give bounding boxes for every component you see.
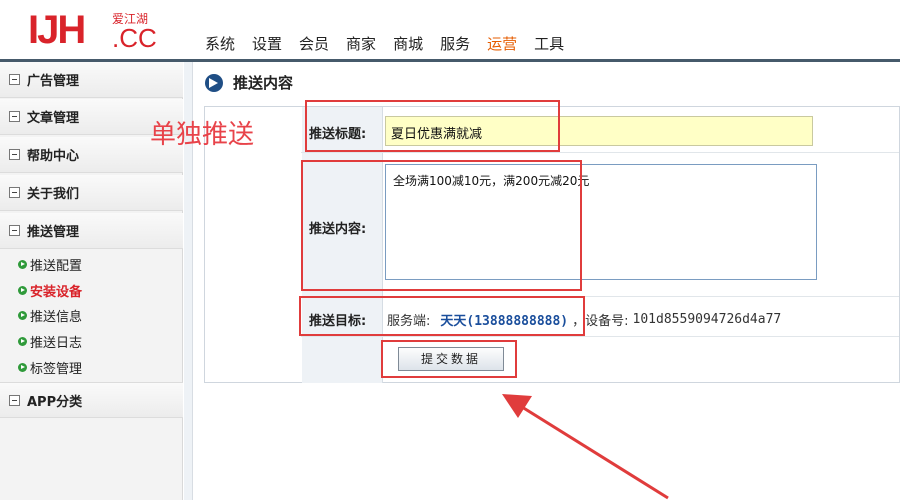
sidebar-item-installed-devices[interactable]: 安装设备 bbox=[18, 277, 82, 303]
sidebar-group-push[interactable]: 推送管理 bbox=[0, 213, 183, 249]
sidebar-group-label: 帮助中心 bbox=[27, 149, 80, 164]
logo-main-text: IJH bbox=[28, 8, 86, 52]
sidebar-group-app-category[interactable]: APP分类 bbox=[0, 382, 183, 418]
top-header: IJH 爱江湖 .CC 系统 设置 会员 商家 商城 服务 运营 工具 bbox=[0, 0, 900, 62]
sidebar-group-label: 文章管理 bbox=[27, 111, 80, 126]
sidebar-item-label: 推送配置 bbox=[30, 258, 83, 274]
annotation-box-target bbox=[299, 296, 585, 336]
collapse-icon bbox=[9, 111, 20, 122]
annotation-note: 单独推送 bbox=[150, 120, 255, 150]
sidebar-group-ads[interactable]: 广告管理 bbox=[0, 62, 183, 98]
arrow-right-icon bbox=[18, 259, 27, 269]
arrow-right-icon bbox=[18, 285, 27, 295]
sidebar-group-about[interactable]: 关于我们 bbox=[0, 175, 183, 211]
nav-item-mall[interactable]: 商城 bbox=[393, 33, 423, 54]
arrow-right-circle-icon bbox=[205, 73, 223, 92]
nav-item-settings[interactable]: 设置 bbox=[252, 33, 282, 54]
sidebar-item-tag-manage[interactable]: 标签管理 bbox=[18, 354, 82, 380]
sidebar-group-label: APP分类 bbox=[27, 394, 83, 410]
sidebar-item-label: 推送日志 bbox=[30, 335, 83, 351]
page-title: 推送内容 bbox=[205, 72, 293, 93]
arrow-right-icon bbox=[18, 336, 27, 346]
nav-item-members[interactable]: 会员 bbox=[299, 33, 329, 54]
collapse-icon bbox=[9, 74, 20, 85]
nav-item-system[interactable]: 系统 bbox=[205, 33, 235, 54]
nav-item-merchants[interactable]: 商家 bbox=[346, 33, 376, 54]
sidebar-item-push-log[interactable]: 推送日志 bbox=[18, 328, 82, 354]
annotation-box-title bbox=[305, 100, 560, 152]
sidebar-item-label: 推送信息 bbox=[30, 309, 83, 325]
sidebar-item-push-info[interactable]: 推送信息 bbox=[18, 302, 82, 328]
collapse-icon bbox=[9, 187, 20, 198]
sidebar-item-label: 安装设备 bbox=[30, 284, 83, 300]
nav-item-services[interactable]: 服务 bbox=[440, 33, 470, 54]
row-divider bbox=[301, 336, 899, 337]
sidebar-group-label: 推送管理 bbox=[27, 225, 80, 240]
annotation-box-content bbox=[301, 160, 582, 291]
target-device-id: 101d8559094726d4a77 bbox=[632, 312, 782, 327]
collapse-icon bbox=[9, 394, 20, 406]
nav-item-operations[interactable]: 运营 bbox=[487, 33, 517, 54]
nav-item-tools[interactable]: 工具 bbox=[534, 33, 564, 54]
sidebar-group-label: 关于我们 bbox=[27, 187, 80, 202]
row-divider bbox=[301, 152, 899, 153]
annotation-box-submit bbox=[381, 340, 517, 378]
collapse-icon bbox=[9, 225, 20, 236]
sidebar-item-push-config[interactable]: 推送配置 bbox=[18, 251, 82, 277]
collapse-icon bbox=[9, 149, 20, 160]
logo-suffix-text: .CC bbox=[112, 23, 157, 53]
page-title-text: 推送内容 bbox=[233, 74, 294, 92]
sidebar-item-label: 标签管理 bbox=[30, 361, 83, 377]
arrow-right-icon bbox=[18, 310, 27, 320]
arrow-right-icon bbox=[18, 362, 27, 372]
main-nav: 系统 设置 会员 商家 商城 服务 运营 工具 bbox=[205, 33, 581, 54]
sidebar-group-label: 广告管理 bbox=[27, 74, 80, 89]
annotation-arrow-icon bbox=[502, 394, 669, 500]
